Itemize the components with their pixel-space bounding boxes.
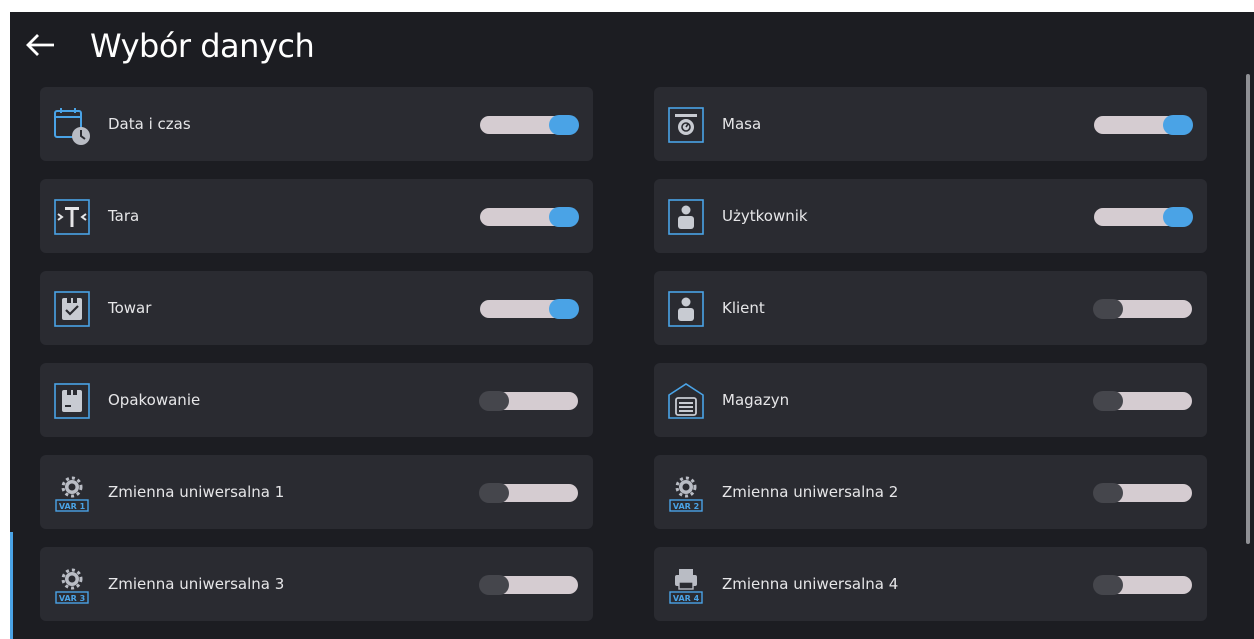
- universal-variable-icon: VAR 3: [52, 565, 92, 605]
- setting-card[interactable]: VAR 2 Zmienna uniwersalna 2: [654, 455, 1207, 529]
- setting-card[interactable]: Towar: [40, 271, 593, 345]
- toggle-switch[interactable]: [1093, 391, 1192, 411]
- printer-variable-icon: VAR 4: [666, 565, 706, 605]
- data-selection-screen: Wybór danych Data i czas Masa Tara Użytk…: [10, 12, 1254, 639]
- back-button[interactable]: [24, 28, 64, 64]
- warehouse-icon: [666, 381, 706, 421]
- tare-icon: [52, 197, 92, 237]
- setting-label: Opakowanie: [108, 391, 201, 409]
- setting-card[interactable]: Masa: [654, 87, 1207, 161]
- calendar-clock-icon: [52, 105, 92, 145]
- header: Wybór danych: [10, 12, 1254, 82]
- setting-card[interactable]: VAR 4 Zmienna uniwersalna 4: [654, 547, 1207, 621]
- toggle-switch[interactable]: [480, 207, 579, 227]
- setting-label: Zmienna uniwersalna 1: [108, 483, 285, 501]
- setting-card[interactable]: Magazyn: [654, 363, 1207, 437]
- setting-card[interactable]: Data i czas: [40, 87, 593, 161]
- toggle-switch[interactable]: [1094, 115, 1193, 135]
- toggle-switch[interactable]: [1093, 575, 1192, 595]
- toggle-switch[interactable]: [480, 299, 579, 319]
- svg-text:VAR 1: VAR 1: [59, 502, 86, 511]
- universal-variable-icon: VAR 2: [666, 473, 706, 513]
- setting-label: Zmienna uniwersalna 4: [722, 575, 899, 593]
- setting-label: Data i czas: [108, 115, 191, 133]
- client-icon: [666, 289, 706, 329]
- svg-text:VAR 4: VAR 4: [673, 594, 700, 603]
- toggle-switch[interactable]: [479, 575, 578, 595]
- toggle-switch[interactable]: [479, 391, 578, 411]
- scale-icon: [666, 105, 706, 145]
- product-icon: [52, 289, 92, 329]
- setting-label: Tara: [108, 207, 140, 225]
- setting-card[interactable]: Użytkownik: [654, 179, 1207, 253]
- toggle-switch[interactable]: [479, 483, 578, 503]
- setting-label: Zmienna uniwersalna 2: [722, 483, 899, 501]
- setting-card[interactable]: Klient: [654, 271, 1207, 345]
- setting-card[interactable]: VAR 3 Zmienna uniwersalna 3: [40, 547, 593, 621]
- svg-text:VAR 2: VAR 2: [673, 502, 699, 511]
- toggle-switch[interactable]: [480, 115, 579, 135]
- setting-label: Towar: [108, 299, 152, 317]
- setting-label: Zmienna uniwersalna 3: [108, 575, 285, 593]
- setting-label: Klient: [722, 299, 765, 317]
- packaging-icon: [52, 381, 92, 421]
- universal-variable-icon: VAR 1: [52, 473, 92, 513]
- setting-label: Użytkownik: [722, 207, 808, 225]
- page-title: Wybór danych: [90, 27, 315, 65]
- setting-label: Masa: [722, 115, 762, 133]
- toggle-switch[interactable]: [1093, 483, 1192, 503]
- setting-card[interactable]: VAR 1 Zmienna uniwersalna 1: [40, 455, 593, 529]
- setting-card[interactable]: Opakowanie: [40, 363, 593, 437]
- svg-text:VAR 3: VAR 3: [59, 594, 85, 603]
- setting-label: Magazyn: [722, 391, 790, 409]
- scrollbar[interactable]: [1246, 74, 1250, 544]
- arrow-left-icon: [26, 34, 54, 56]
- setting-card[interactable]: Tara: [40, 179, 593, 253]
- user-icon: [666, 197, 706, 237]
- toggle-switch[interactable]: [1094, 207, 1193, 227]
- toggle-switch[interactable]: [1093, 299, 1192, 319]
- focus-indicator: [10, 532, 13, 639]
